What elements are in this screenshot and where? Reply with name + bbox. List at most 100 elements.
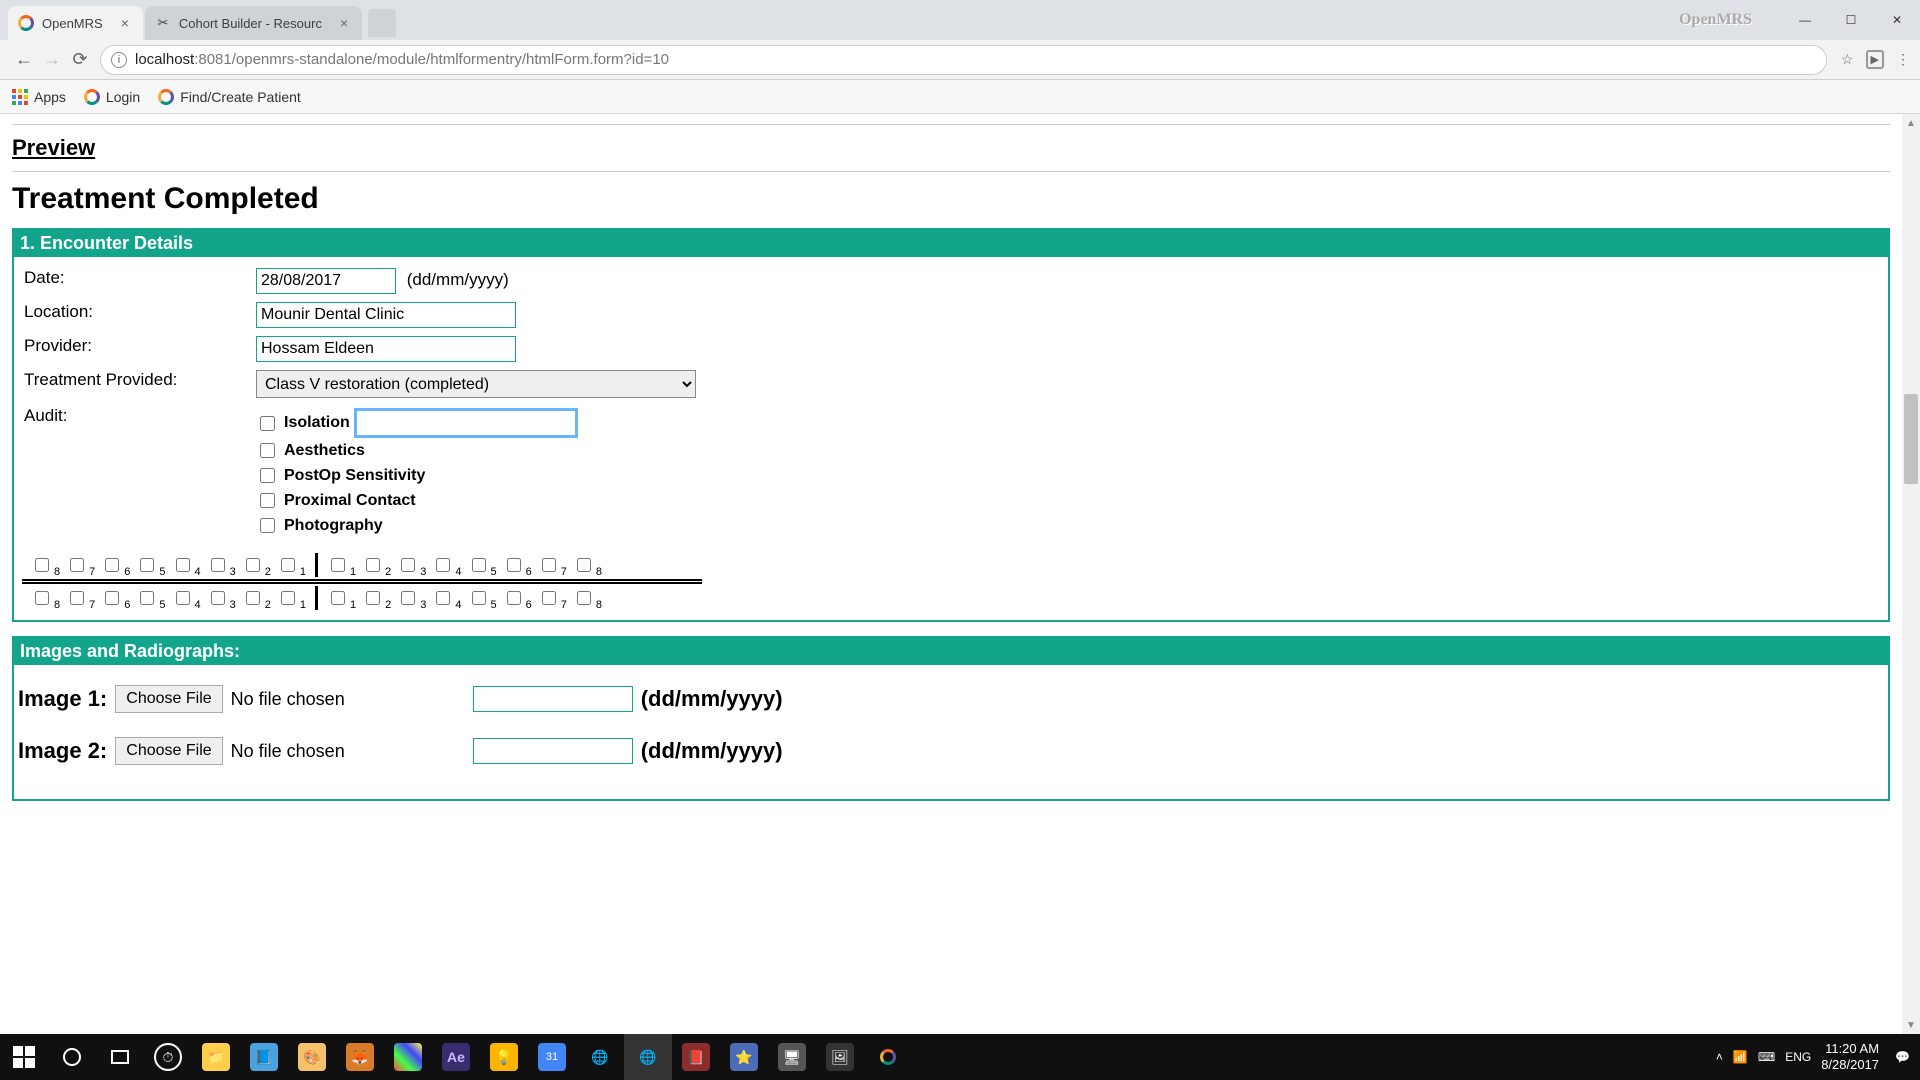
tooth-1-checkbox[interactable] xyxy=(281,558,295,572)
tooth-2-checkbox[interactable] xyxy=(366,591,380,605)
vertical-scrollbar[interactable]: ▲ ▼ xyxy=(1902,114,1920,1034)
location-input[interactable] xyxy=(256,302,516,328)
tooth-4-checkbox[interactable] xyxy=(436,591,450,605)
date-input[interactable] xyxy=(256,268,396,294)
forward-button[interactable]: → xyxy=(38,46,66,74)
address-bar[interactable]: i localhost:8081/openmrs-standalone/modu… xyxy=(100,45,1827,75)
tab-cohort-builder[interactable]: ✂ Cohort Builder - Resourc × xyxy=(145,6,362,40)
treatment-select[interactable]: Class V restoration (completed) xyxy=(256,370,696,398)
tooth-7-checkbox[interactable] xyxy=(542,558,556,572)
tooth-5-checkbox[interactable] xyxy=(472,558,486,572)
close-icon[interactable]: × xyxy=(340,15,348,31)
tooth-3-checkbox[interactable] xyxy=(401,558,415,572)
aesthetics-checkbox[interactable] xyxy=(260,443,275,458)
taskbar-app[interactable]: 31 xyxy=(528,1034,576,1080)
task-view-button[interactable] xyxy=(96,1034,144,1080)
start-button[interactable] xyxy=(0,1034,48,1080)
tooth-1-checkbox[interactable] xyxy=(281,591,295,605)
tooth-1-checkbox[interactable] xyxy=(331,591,345,605)
new-tab-button[interactable] xyxy=(368,9,396,37)
taskbar-app[interactable]: 📁 xyxy=(192,1034,240,1080)
tooth-number: 2 xyxy=(265,566,271,578)
maximize-button[interactable]: ☐ xyxy=(1828,5,1874,35)
tooth-1-checkbox[interactable] xyxy=(331,558,345,572)
language-indicator[interactable]: ENG xyxy=(1785,1050,1811,1064)
tooth-5-checkbox[interactable] xyxy=(140,558,154,572)
reload-button[interactable]: ⟳ xyxy=(66,46,94,74)
taskbar-app[interactable]: 🦊 xyxy=(336,1034,384,1080)
tooth-7-checkbox[interactable] xyxy=(70,558,84,572)
minimize-button[interactable]: — xyxy=(1782,5,1828,35)
apps-button[interactable]: Apps xyxy=(12,89,66,105)
wifi-icon[interactable]: 📶 xyxy=(1733,1050,1748,1064)
bookmark-login[interactable]: Login xyxy=(84,89,140,105)
taskbar-app[interactable]: 🌐 xyxy=(576,1034,624,1080)
close-icon[interactable]: × xyxy=(121,15,129,31)
tooth-6-checkbox[interactable] xyxy=(105,558,119,572)
tooth-3-checkbox[interactable] xyxy=(211,558,225,572)
tooth-2-checkbox[interactable] xyxy=(246,558,260,572)
tab-openmrs[interactable]: OpenMRS × xyxy=(8,6,143,40)
scroll-thumb[interactable] xyxy=(1904,394,1918,484)
star-icon[interactable]: ☆ xyxy=(1841,51,1854,68)
taskbar-app[interactable]: ⭐ xyxy=(720,1034,768,1080)
taskbar-app[interactable]: 🖥 xyxy=(768,1034,816,1080)
taskbar-app[interactable]: ⏱ xyxy=(144,1034,192,1080)
clock[interactable]: 11:20 AM 8/28/2017 xyxy=(1821,1041,1885,1072)
notifications-icon[interactable]: 💬 xyxy=(1895,1050,1910,1064)
choose-file-button[interactable]: Choose File xyxy=(115,737,222,765)
tooth-6-checkbox[interactable] xyxy=(105,591,119,605)
tooth-3-checkbox[interactable] xyxy=(211,591,225,605)
tooth-8-checkbox[interactable] xyxy=(577,558,591,572)
tooth-5-checkbox[interactable] xyxy=(472,591,486,605)
proximal-checkbox[interactable] xyxy=(260,493,275,508)
taskbar-app[interactable]: Ae xyxy=(432,1034,480,1080)
taskbar-app[interactable]: 🎨 xyxy=(288,1034,336,1080)
tooth-7-checkbox[interactable] xyxy=(542,591,556,605)
keyboard-icon[interactable]: ⌨ xyxy=(1758,1050,1775,1064)
provider-input[interactable] xyxy=(256,336,516,362)
tooth-number: 2 xyxy=(265,599,271,611)
taskbar-app[interactable]: 📕 xyxy=(672,1034,720,1080)
system-tray[interactable]: ˄ 📶 ⌨ ENG 11:20 AM 8/28/2017 💬 xyxy=(1706,1041,1920,1072)
taskbar-app[interactable] xyxy=(864,1034,912,1080)
scroll-up-icon[interactable]: ▲ xyxy=(1902,114,1920,132)
tooth-4-checkbox[interactable] xyxy=(176,591,190,605)
photography-checkbox[interactable] xyxy=(260,518,275,533)
scroll-down-icon[interactable]: ▼ xyxy=(1902,1016,1920,1034)
tooth-2-checkbox[interactable] xyxy=(366,558,380,572)
tooth-3-checkbox[interactable] xyxy=(401,591,415,605)
tooth-7-checkbox[interactable] xyxy=(70,591,84,605)
image-2-date-input[interactable] xyxy=(473,738,633,764)
taskbar-app[interactable]: 💡 xyxy=(480,1034,528,1080)
tooth-5-checkbox[interactable] xyxy=(140,591,154,605)
close-window-button[interactable]: ✕ xyxy=(1874,5,1920,35)
taskbar-app[interactable]: 🖼 xyxy=(816,1034,864,1080)
taskbar-app-active[interactable]: 🌐 xyxy=(624,1034,672,1080)
bookmark-find-patient[interactable]: Find/Create Patient xyxy=(158,89,301,105)
taskbar-app[interactable]: 📘 xyxy=(240,1034,288,1080)
tooth-8-checkbox[interactable] xyxy=(35,558,49,572)
isolation-input[interactable] xyxy=(356,410,576,436)
preview-link[interactable]: Preview xyxy=(12,135,95,160)
taskbar-app[interactable] xyxy=(384,1034,432,1080)
back-button[interactable]: ← xyxy=(10,46,38,74)
chevron-up-icon[interactable]: ˄ xyxy=(1716,1050,1723,1064)
tooth-4-checkbox[interactable] xyxy=(176,558,190,572)
present-icon[interactable]: ▶ xyxy=(1866,50,1884,69)
isolation-checkbox[interactable] xyxy=(260,416,275,431)
tooth-6-checkbox[interactable] xyxy=(507,558,521,572)
tooth-8-checkbox[interactable] xyxy=(577,591,591,605)
postop-checkbox[interactable] xyxy=(260,468,275,483)
site-info-icon[interactable]: i xyxy=(111,52,127,68)
choose-file-button[interactable]: Choose File xyxy=(115,685,222,713)
tooth-4-checkbox[interactable] xyxy=(436,558,450,572)
image-1-date-input[interactable] xyxy=(473,686,633,712)
menu-icon[interactable]: ⋮ xyxy=(1896,51,1910,68)
postop-label: PostOp Sensitivity xyxy=(284,467,425,485)
tooth-6-checkbox[interactable] xyxy=(507,591,521,605)
apps-icon xyxy=(12,89,28,105)
tooth-8-checkbox[interactable] xyxy=(35,591,49,605)
cortana-button[interactable] xyxy=(48,1034,96,1080)
tooth-2-checkbox[interactable] xyxy=(246,591,260,605)
